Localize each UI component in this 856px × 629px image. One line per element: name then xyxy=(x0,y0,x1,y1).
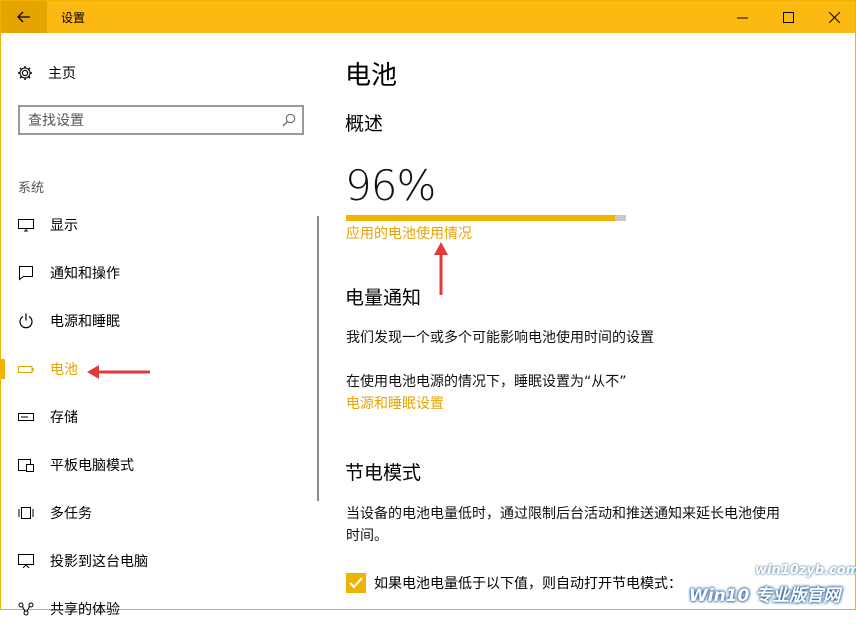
minimize-icon xyxy=(736,17,748,18)
search-box[interactable] xyxy=(18,105,304,135)
battery-usage-link[interactable]: 应用的电池使用情况 xyxy=(346,223,472,243)
battery-icon xyxy=(18,361,34,377)
sidebar-item-storage[interactable]: 存储 xyxy=(1,397,301,437)
sidebar-item-label: 共享的体验 xyxy=(50,602,120,618)
battery-saver-heading: 节电模式 xyxy=(345,462,422,484)
annotation-arrow-up xyxy=(434,242,448,295)
maximize-button[interactable] xyxy=(765,1,811,33)
title-bar: 设置 xyxy=(1,1,855,33)
power-icon xyxy=(18,313,34,329)
search-input[interactable] xyxy=(28,111,268,131)
notifications-detail: 在使用电池电源的情况下，睡眠设置为“从不” xyxy=(346,374,627,390)
minimize-button[interactable] xyxy=(719,1,765,33)
battery-percent: 96% xyxy=(345,161,436,210)
search-icon[interactable] xyxy=(282,112,296,131)
sidebar-item-label: 存储 xyxy=(50,410,78,426)
gear-icon xyxy=(17,65,33,81)
notification-icon xyxy=(18,265,34,281)
page-title: 电池 xyxy=(345,61,398,91)
main-content: 电池 概述 96% 应用的电池使用情况 电量通知 我们发现一个或多个可能影响电池… xyxy=(345,33,845,611)
checkmark-icon xyxy=(349,577,363,589)
sidebar-item-label: 通知和操作 xyxy=(50,266,120,282)
sidebar-item-label: 投影到这台电脑 xyxy=(50,554,148,570)
sidebar-item-display[interactable]: 显示 xyxy=(1,205,301,245)
sidebar-item-label: 电池 xyxy=(50,362,78,378)
sidebar-item-label: 显示 xyxy=(50,218,78,234)
back-arrow-icon xyxy=(17,11,30,23)
window-title: 设置 xyxy=(61,11,86,25)
notifications-heading: 电量通知 xyxy=(345,287,422,309)
battery-saver-description: 当设备的电池电量低时，通过限制后台活动和推送通知来延长电池使用时间。 xyxy=(346,506,780,544)
section-label-system: 系统 xyxy=(18,181,45,196)
close-icon xyxy=(828,11,840,23)
sidebar-scrollbar[interactable] xyxy=(317,216,319,501)
watermark-text: Win10 专业版官网 xyxy=(689,586,841,606)
sidebar-item-shared-experiences[interactable]: 共享的体验 xyxy=(1,589,301,629)
close-button[interactable] xyxy=(811,1,856,33)
battery-saver-checkbox[interactable] xyxy=(346,573,366,593)
battery-saver-auto-row[interactable]: 如果电池电量低于以下值，则自动打开节电模式： xyxy=(346,573,682,593)
back-button[interactable] xyxy=(1,1,47,33)
nav-home-label: 主页 xyxy=(48,66,76,82)
sidebar-item-multitasking[interactable]: 多任务 xyxy=(1,493,301,533)
multitask-icon xyxy=(18,505,34,521)
battery-saver-checkbox-label: 如果电池电量低于以下值，则自动打开节电模式： xyxy=(374,576,682,592)
project-icon xyxy=(18,553,34,569)
watermark-url: win10zyb.com xyxy=(755,563,856,578)
nav-home[interactable]: 主页 xyxy=(17,63,76,83)
sidebar-item-power-sleep[interactable]: 电源和睡眠 xyxy=(1,301,301,341)
sidebar-item-project[interactable]: 投影到这台电脑 xyxy=(1,541,301,581)
settings-window: 设置 主页 系统 显示 xyxy=(0,0,856,618)
power-sleep-settings-link[interactable]: 电源和睡眠设置 xyxy=(346,393,444,413)
storage-icon xyxy=(18,409,34,425)
sidebar-item-tablet-mode[interactable]: 平板电脑模式 xyxy=(1,445,301,485)
annotation-arrow-left xyxy=(87,365,150,379)
site-watermark: win10zyb.com Win10 专业版官网 xyxy=(685,561,856,611)
tablet-icon xyxy=(18,457,34,473)
sidebar-item-label: 多任务 xyxy=(50,506,92,522)
sidebar-item-label: 平板电脑模式 xyxy=(50,458,134,474)
display-icon xyxy=(18,217,34,233)
sidebar: 主页 系统 显示 通知和操作 电源和睡眠 电池 存储 xyxy=(1,33,319,618)
maximize-icon xyxy=(782,11,794,23)
share-icon xyxy=(18,601,34,617)
overview-heading: 概述 xyxy=(345,113,384,135)
sidebar-item-label: 电源和睡眠 xyxy=(50,314,120,330)
battery-level-fill xyxy=(346,215,615,221)
notifications-text: 我们发现一个或多个可能影响电池使用时间的设置 xyxy=(346,330,654,346)
sidebar-item-notifications[interactable]: 通知和操作 xyxy=(1,253,301,293)
active-indicator xyxy=(1,359,5,379)
battery-level-bar xyxy=(346,215,626,221)
